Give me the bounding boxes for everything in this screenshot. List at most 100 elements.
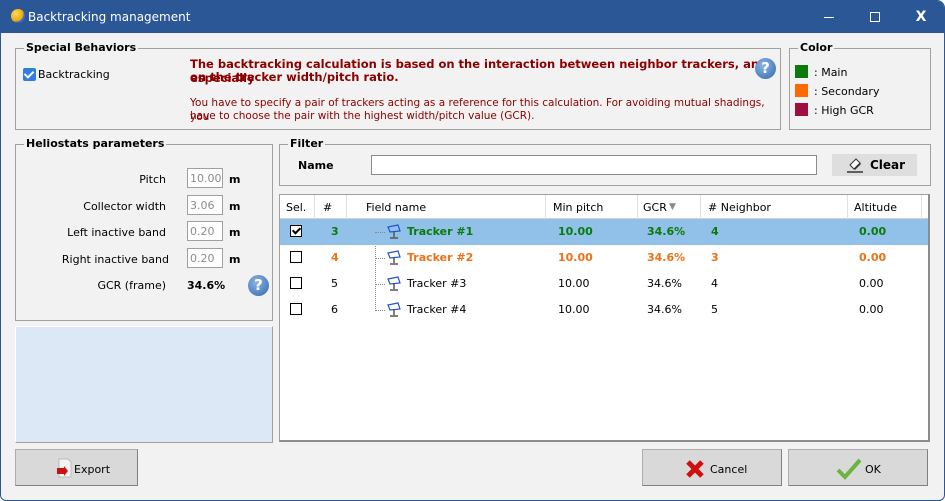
left-inactive-band-input[interactable]: 0.20: [187, 221, 223, 241]
right-inactive-band-unit: m: [229, 253, 241, 266]
row-altitude: 0.00: [859, 277, 884, 290]
tracker-icon: [387, 224, 401, 239]
ok-button[interactable]: OK: [788, 449, 928, 486]
heliostats-parameters-group: Heliostats parameters Pitch 10.00 m Coll…: [15, 137, 273, 321]
table-row[interactable]: 5 Tracker #3 10.00 34.6% 4 0.00: [280, 271, 928, 297]
filter-name-label: Name: [298, 159, 334, 172]
collector-width-input[interactable]: 3.06: [187, 195, 223, 215]
row-gcr: 34.6%: [647, 303, 682, 316]
left-inactive-band-label: Left inactive band: [67, 226, 166, 239]
main-color-swatch: [795, 65, 808, 78]
gcr-help-icon[interactable]: ?: [248, 275, 269, 296]
minimize-button[interactable]: [806, 1, 852, 33]
preview-panel: [15, 326, 273, 443]
column-min-pitch[interactable]: Min pitch: [553, 201, 603, 214]
cancel-button[interactable]: Cancel: [642, 449, 782, 486]
right-inactive-band-input[interactable]: 0.20: [187, 248, 223, 268]
main-color-label: : Main: [814, 66, 848, 79]
clear-button[interactable]: Clear: [832, 154, 917, 176]
high-gcr-color-swatch: [795, 103, 808, 116]
close-icon: X: [915, 9, 927, 25]
row-neighbor: 4: [711, 225, 719, 238]
info-line2: have to choose the pair with the highest…: [190, 110, 535, 122]
column-field-name[interactable]: Field name: [366, 201, 426, 214]
table-row[interactable]: 4 Tracker #2 10.00 34.6% 3 0.00: [280, 245, 928, 271]
clear-label: Clear: [870, 158, 906, 172]
filter-name-input[interactable]: [371, 155, 817, 175]
close-button[interactable]: X: [898, 1, 944, 33]
row-gcr: 34.6%: [647, 251, 686, 264]
row-altitude: 0.00: [859, 303, 884, 316]
row-gcr: 34.6%: [647, 277, 682, 290]
row-select-checkbox[interactable]: [290, 277, 302, 289]
secondary-color-label: : Secondary: [814, 85, 880, 98]
row-select-checkbox[interactable]: [290, 251, 302, 263]
info-bold-line2: on the tracker width/pitch ratio.: [190, 70, 399, 84]
backtracking-checkbox[interactable]: [23, 68, 36, 81]
row-min-pitch: 10.00: [558, 251, 593, 264]
column-gcr[interactable]: GCR: [643, 201, 667, 214]
pitch-label: Pitch: [139, 173, 166, 186]
row-neighbor: 4: [711, 277, 718, 290]
maximize-button[interactable]: [852, 1, 898, 33]
column-number[interactable]: #: [323, 201, 332, 214]
color-legend-title: Color: [798, 41, 835, 54]
tracker-icon: [387, 276, 401, 291]
row-min-pitch: 10.00: [558, 277, 590, 290]
row-field-name: Tracker #4: [407, 303, 467, 316]
pitch-unit: m: [229, 173, 241, 186]
special-behaviors-title: Special Behaviors: [24, 41, 139, 54]
high-gcr-color-label: : High GCR: [814, 104, 874, 117]
row-select-checkbox[interactable]: [290, 303, 302, 315]
filter-title: Filter: [288, 137, 326, 150]
export-label: Export: [74, 463, 111, 476]
table-header: Sel. # Field name Min pitch GCR ▼ # Neig…: [280, 195, 928, 219]
row-gcr: 34.6%: [647, 225, 686, 238]
maximize-icon: [870, 12, 880, 22]
ok-label: OK: [865, 463, 881, 476]
help-icon[interactable]: ?: [755, 58, 776, 79]
gcr-frame-label: GCR (frame): [97, 279, 166, 292]
row-neighbor: 3: [711, 251, 719, 264]
window-title: Backtracking management: [28, 10, 191, 24]
export-button[interactable]: Export: [15, 449, 138, 486]
secondary-color-swatch: [795, 84, 808, 97]
row-number: 3: [331, 225, 339, 238]
special-behaviors-group: Special Behaviors Backtracking The backt…: [15, 41, 781, 130]
row-field-name: Tracker #1: [407, 225, 474, 238]
sort-desc-icon: ▼: [669, 202, 676, 212]
row-field-name: Tracker #3: [407, 277, 467, 290]
row-neighbor: 5: [711, 303, 718, 316]
eraser-icon: [847, 158, 863, 173]
row-altitude: 0.00: [859, 251, 887, 264]
column-neighbor[interactable]: # Neighbor: [708, 201, 771, 214]
gcr-frame-value: 34.6%: [187, 279, 226, 292]
table-row[interactable]: 6 Tracker #4 10.00 34.6% 5 0.00: [280, 297, 928, 323]
table-row[interactable]: 3 Tracker #1 10.00 34.6% 4 0.00: [280, 219, 928, 245]
column-sel[interactable]: Sel.: [286, 201, 306, 214]
checkmark-icon: [836, 458, 862, 480]
export-icon: [57, 458, 72, 478]
row-number: 5: [331, 277, 338, 290]
left-inactive-band-unit: m: [229, 226, 241, 239]
row-min-pitch: 10.00: [558, 303, 590, 316]
column-altitude[interactable]: Altitude: [854, 201, 897, 214]
row-select-checkbox[interactable]: [290, 225, 302, 237]
minimize-icon: [824, 16, 834, 18]
cancel-label: Cancel: [710, 463, 748, 476]
right-inactive-band-label: Right inactive band: [61, 253, 169, 266]
row-min-pitch: 10.00: [558, 225, 593, 238]
tracker-icon: [387, 250, 401, 265]
backtracking-label: Backtracking: [38, 68, 110, 81]
title-bar: Backtracking management X: [1, 1, 944, 33]
collector-width-unit: m: [229, 200, 241, 213]
tracker-icon: [387, 302, 401, 317]
pitch-input[interactable]: 10.00: [187, 168, 223, 188]
app-icon: [11, 9, 25, 23]
heliostats-parameters-title: Heliostats parameters: [24, 137, 167, 150]
color-legend-group: Color : Main : Secondary : High GCR: [789, 41, 931, 130]
row-altitude: 0.00: [859, 225, 887, 238]
backtracking-dialog: Backtracking management X Special Behavi…: [0, 0, 945, 501]
cancel-x-icon: [686, 460, 704, 478]
trackers-table: Sel. # Field name Min pitch GCR ▼ # Neig…: [279, 194, 930, 442]
